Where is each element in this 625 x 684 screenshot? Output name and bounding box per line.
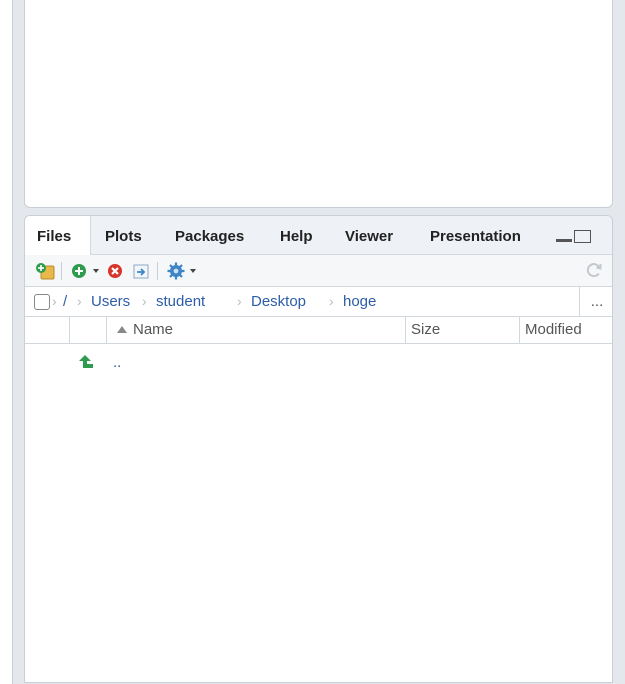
parent-directory-link[interactable]: .. [113, 350, 121, 376]
new-file-icon[interactable] [69, 261, 89, 281]
breadcrumb-hoge[interactable]: hoge [343, 287, 376, 316]
chevron-right-icon: › [237, 293, 242, 309]
breadcrumb-root[interactable]: / [63, 287, 67, 316]
files-pane: Files Plots Packages Help Viewer Present… [24, 215, 613, 683]
tab-bar: Files Plots Packages Help Viewer Present… [25, 216, 612, 255]
chevron-right-icon: › [77, 293, 82, 309]
chevron-right-icon: › [52, 293, 57, 309]
column-size-header[interactable]: Size [411, 317, 440, 343]
maximize-pane-button[interactable] [574, 230, 591, 243]
breadcrumb-student[interactable]: student [156, 287, 205, 316]
path-breadcrumb: › / › Users › student › Desktop › hoge .… [25, 287, 612, 317]
tab-packages[interactable]: Packages [163, 216, 256, 254]
table-row: .. [25, 350, 612, 376]
tab-viewer[interactable]: Viewer [333, 216, 405, 254]
tab-files[interactable]: Files [25, 216, 91, 255]
more-caret-icon[interactable] [190, 269, 196, 273]
file-list-header: Name Size Modified [25, 317, 612, 344]
chevron-right-icon: › [329, 293, 334, 309]
rename-icon[interactable] [131, 261, 151, 281]
minimize-pane-button[interactable] [556, 239, 572, 242]
sort-ascending-icon [117, 326, 127, 333]
left-pane-edge [0, 0, 13, 684]
column-modified-header[interactable]: Modified [525, 317, 582, 343]
top-pane [24, 0, 613, 208]
tab-help[interactable]: Help [268, 216, 325, 254]
go-to-directory-button[interactable]: ... [579, 287, 608, 316]
parent-directory-icon[interactable] [77, 353, 95, 371]
tab-plots[interactable]: Plots [93, 216, 154, 254]
more-gear-icon[interactable] [166, 261, 186, 281]
refresh-icon[interactable] [584, 260, 604, 280]
tab-presentation[interactable]: Presentation [418, 216, 533, 254]
new-file-caret-icon[interactable] [93, 269, 99, 273]
new-folder-icon[interactable] [35, 261, 55, 281]
files-toolbar [25, 255, 612, 287]
breadcrumb-desktop[interactable]: Desktop [251, 287, 306, 316]
chevron-right-icon: › [142, 293, 147, 309]
delete-icon[interactable] [105, 261, 125, 281]
select-all-checkbox[interactable] [34, 294, 50, 310]
column-name-header[interactable]: Name [133, 317, 173, 343]
breadcrumb-users[interactable]: Users [91, 287, 130, 316]
